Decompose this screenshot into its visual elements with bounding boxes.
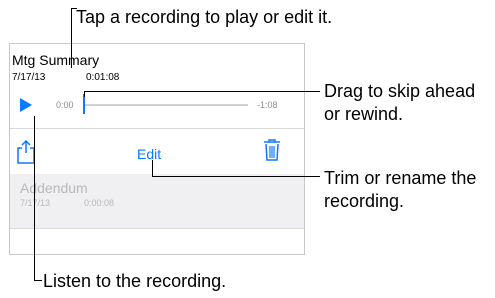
scrubber-handle[interactable] — [83, 94, 85, 114]
leader-line-trim — [152, 176, 320, 177]
recording-title: Addendum — [20, 180, 88, 196]
elapsed-time: 0:00 — [56, 100, 74, 110]
trash-icon[interactable] — [262, 137, 282, 163]
callout-tap-recording: Tap a recording to play or edit it. — [76, 7, 333, 27]
callout-listen: Listen to the recording. — [43, 271, 227, 291]
leader-line-drag — [84, 91, 320, 92]
callout-drag: Drag to skip ahead or rewind. — [324, 81, 476, 124]
recording-date: 7/17/13 — [20, 198, 51, 208]
recording-title[interactable]: Mtg Summary — [12, 52, 99, 68]
callout-trim: Trim or rename the recording. — [324, 168, 477, 211]
edit-button[interactable]: Edit — [137, 146, 161, 162]
leader-line-listen-horizontal — [34, 280, 42, 281]
recording-duration: 0:01:08 — [86, 72, 120, 83]
divider — [10, 128, 304, 129]
list-item[interactable]: Addendum 7/17/13 0:00:08 — [10, 174, 304, 228]
divider — [10, 228, 304, 229]
remaining-time: -1:08 — [257, 100, 278, 110]
leader-line-listen — [34, 116, 35, 280]
leader-line-top-vertical — [71, 8, 72, 68]
recording-date: 7/17/13 — [12, 72, 46, 83]
leader-line-trim-drop — [152, 160, 153, 176]
recording-duration: 0:00:08 — [84, 198, 115, 208]
leader-line-drag-drop — [84, 91, 85, 97]
play-icon[interactable] — [19, 98, 33, 112]
scrubber-track[interactable] — [84, 104, 248, 106]
share-icon[interactable] — [16, 139, 36, 165]
leader-line-top-horizontal — [71, 8, 77, 9]
